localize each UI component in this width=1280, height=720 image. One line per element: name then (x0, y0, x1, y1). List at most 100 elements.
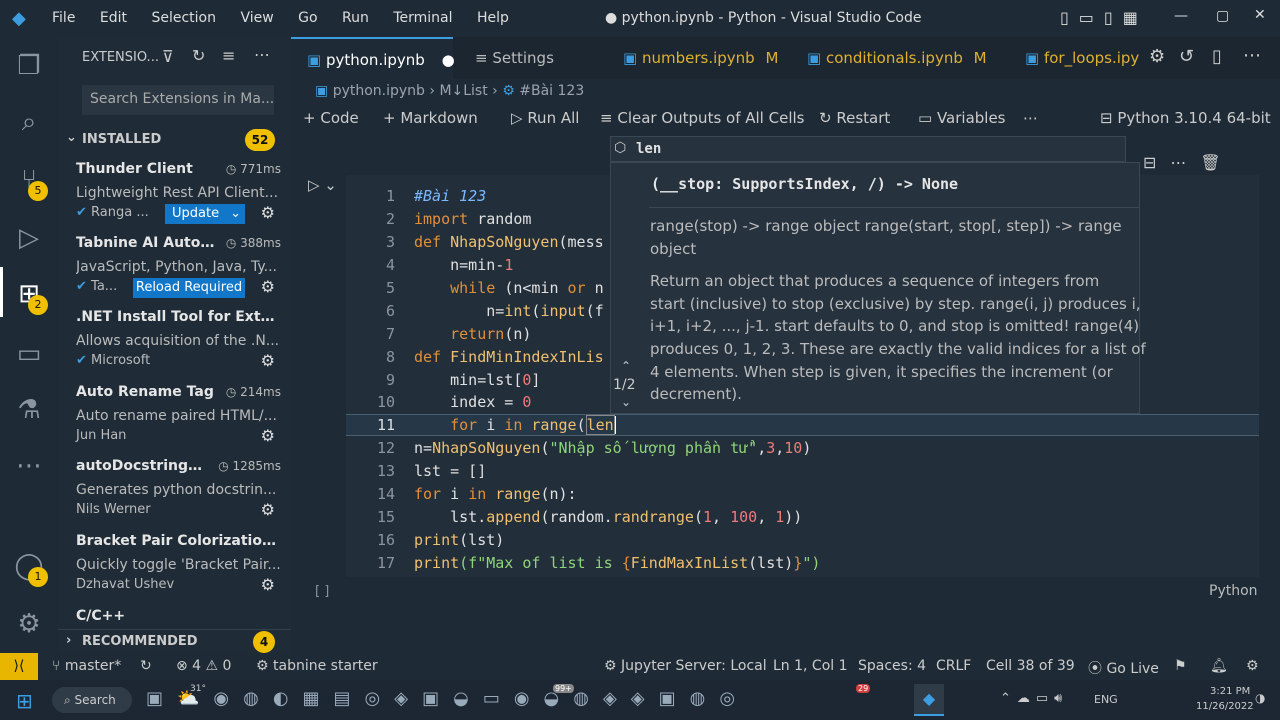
gear-icon[interactable]: ⚙ (1149, 46, 1165, 67)
tabnine-indicator[interactable]: ⚙ tabnine starter (256, 658, 378, 674)
clear-outputs-button[interactable]: ≡ Clear Outputs of All Cells (600, 109, 804, 127)
layout-toggle-icons[interactable]: ▯▭▯▦ (1060, 8, 1148, 27)
more-icon[interactable]: ⋯ (1023, 109, 1038, 127)
extension-item[interactable]: Bracket Pair Colorization ... Quickly to… (76, 533, 281, 594)
notifications-icon[interactable]: ◑ (1255, 691, 1265, 705)
menu-run[interactable]: Run (342, 10, 369, 26)
extension-item[interactable]: Thunder Client ◷ 771ms Lightweight Rest … (76, 161, 281, 224)
indentation[interactable]: Spaces: 4 (858, 658, 926, 674)
jupyter-server[interactable]: ⚙ Jupyter Server: Local (604, 658, 767, 674)
problems-indicator[interactable]: ⊗ 4 ⚠ 0 (176, 658, 231, 674)
extension-item[interactable]: autoDocstring - ... ◷ 1285ms Generates p… (76, 458, 281, 519)
menu-view[interactable]: View (240, 10, 273, 26)
add-code-button[interactable]: + Code (303, 109, 359, 127)
extension-item-partial[interactable]: C/C++ (76, 608, 281, 628)
gear-icon[interactable]: ⚙ (261, 426, 275, 445)
breadcrumb-file[interactable]: python.ipynb (333, 83, 425, 99)
menu-help[interactable]: Help (477, 10, 509, 26)
run-cell-button[interactable]: ▷ ⌄ (308, 176, 337, 194)
minimize-button[interactable]: — (1174, 8, 1188, 24)
gear-icon[interactable]: ⚙ (261, 575, 275, 594)
tab-for-loops[interactable]: ▣ for_loops.ipy (1013, 37, 1147, 79)
menu-go[interactable]: Go (298, 10, 317, 26)
run-debug-icon[interactable]: ▷ (12, 221, 46, 255)
close-button[interactable]: ✕ (1254, 7, 1266, 23)
cell-toolbar[interactable]: ⊟⋯🗑 (1143, 153, 1235, 172)
menu-bar: File Edit Selection View Go Run Terminal… (52, 10, 529, 26)
taskbar-time: 3:21 PM (1210, 686, 1251, 697)
history-icon[interactable]: ↺ (1179, 46, 1194, 67)
kernel-picker[interactable]: ⊟ Python 3.10.4 64-bit (1100, 109, 1271, 127)
run-all-button[interactable]: ▷ Run All (511, 109, 579, 127)
reload-required-button[interactable]: Reload Required (133, 278, 245, 298)
clear-icon[interactable]: ≡ (222, 46, 235, 65)
vscode-taskbar-icon[interactable]: ◆ (914, 684, 944, 716)
line-ending[interactable]: CRLF (936, 658, 971, 674)
editor-tabs: ▣ python.ipynb ● ≡ Settings ▣ numbers.ip… (291, 37, 1280, 79)
remote-explorer-icon[interactable]: ▭ (12, 337, 46, 371)
installed-count-badge: 52 (245, 129, 275, 151)
gear-icon[interactable]: ⚙ (261, 203, 275, 222)
account-badge: 1 (28, 567, 48, 587)
tab-python-ipynb[interactable]: ▣ python.ipynb ● (291, 37, 455, 79)
tab-numbers[interactable]: ▣ numbers.ipynb M (613, 37, 793, 79)
tray-icons[interactable]: ⌃☁▭🔊︎ (1000, 691, 1068, 706)
suggest-item[interactable]: len (636, 141, 661, 157)
explorer-icon[interactable]: ❐ (12, 49, 46, 83)
installed-section-header[interactable]: ⌄ INSTALLED 52 (58, 129, 291, 151)
feedback-icon[interactable]: ⚑ (1174, 658, 1187, 674)
branch-indicator[interactable]: ⑂ master* (52, 658, 121, 674)
refresh-icon[interactable]: ↻ (192, 46, 205, 65)
breadcrumb-section[interactable]: #Bài 123 (519, 83, 584, 99)
cursor-position[interactable]: Ln 1, Col 1 (773, 658, 848, 674)
language-indicator[interactable]: ENG (1094, 693, 1118, 706)
tab-settings[interactable]: ≡ Settings (455, 37, 605, 79)
sync-icon[interactable]: ↻ (140, 658, 152, 674)
suggest-widget[interactable]: ⬡ len (610, 136, 1126, 162)
search-icon[interactable]: ⌕ (12, 105, 46, 139)
bell-icon[interactable]: 🔔︎ (1210, 658, 1228, 674)
menu-file[interactable]: File (52, 10, 75, 26)
code-line: print(lst) (414, 531, 505, 549)
extension-item[interactable]: Auto Rename Tag ◷ 214ms Auto rename pair… (76, 384, 281, 445)
cell-language[interactable]: Python (1209, 583, 1258, 599)
restart-button[interactable]: ↻ Restart (819, 109, 890, 127)
more-actions-icon[interactable]: ⋯ (254, 45, 270, 64)
extension-item[interactable]: Tabnine AI Autoc... ◷ 388ms JavaScript, … (76, 235, 281, 298)
update-button[interactable]: Update ⌄ (165, 204, 245, 224)
extension-description: Generates python docstrin... (76, 482, 277, 498)
recommended-section-header[interactable]: › RECOMMENDED 4 (58, 629, 291, 653)
menu-edit[interactable]: Edit (100, 10, 127, 26)
testing-icon[interactable]: ⚗ (12, 393, 46, 427)
taskbar-search[interactable]: ⌕ Search (52, 687, 132, 713)
gear-icon[interactable]: ⚙ (261, 500, 275, 519)
cell-indicator[interactable]: Cell 38 of 39 (986, 658, 1075, 674)
split-editor-icon[interactable]: ▯ (1212, 46, 1222, 67)
filter-icon[interactable]: ⊽ (162, 47, 174, 66)
menu-terminal[interactable]: Terminal (393, 10, 452, 26)
maximize-button[interactable]: ▢ (1216, 8, 1229, 24)
windows-taskbar: ⊞ ⌕ Search ▣⛅◉◍◐▦▤◎◈▣◒▭◉◒◍◈◈▣◍◎ 31° 99+ … (0, 680, 1280, 720)
search-extensions-input[interactable]: Search Extensions in Ma... (82, 85, 274, 115)
vscode-logo-icon: ◆ (12, 8, 26, 29)
pager-down-icon[interactable]: ⌄ (621, 395, 631, 409)
manage-gear-icon[interactable]: ⚙ (12, 607, 46, 641)
more-icon[interactable]: ⋯ (1243, 45, 1261, 66)
menu-selection[interactable]: Selection (151, 10, 216, 26)
gear-icon[interactable]: ⚙ (261, 351, 275, 370)
add-markdown-button[interactable]: + Markdown (383, 109, 478, 127)
pager-up-icon[interactable]: ⌃ (621, 359, 631, 373)
variables-button[interactable]: ▭ Variables (918, 109, 1006, 127)
more-icon[interactable]: ⋯ (12, 449, 46, 483)
tab-conditionals[interactable]: ▣ conditionals.ipynb M (795, 37, 991, 79)
extension-description: Quickly toggle 'Bracket Pair... (76, 557, 281, 573)
extension-item[interactable]: .NET Install Tool for Exte... Allows acq… (76, 309, 281, 370)
taskbar-apps[interactable]: ▣⛅◉◍◐▦▤◎◈▣◒▭◉◒◍◈◈▣◍◎ (146, 688, 749, 709)
breadcrumb-list[interactable]: M↓List (439, 83, 487, 99)
gear-icon[interactable]: ⚙ (261, 277, 275, 296)
remote-indicator[interactable]: ⟩⟨ (0, 653, 38, 680)
notification-icon[interactable]: ⚙ (1246, 658, 1259, 674)
windows-start-icon[interactable]: ⊞ (16, 689, 33, 713)
go-live-button[interactable]: ⦿ Go Live (1088, 658, 1159, 678)
taskbar-date: 11/26/2022 (1196, 701, 1254, 712)
